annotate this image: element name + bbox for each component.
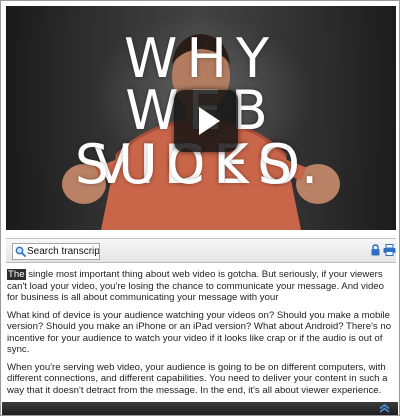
search-bar: Search transcript...: [6, 238, 396, 263]
search-input-value: Search transcript...: [27, 246, 100, 257]
video-title-line: WHY: [124, 27, 278, 90]
transcript-widget: WHY WEB VIDEO SUCKS. Search transcript..…: [0, 0, 400, 416]
transcript-paragraph-text: single most important thing about web vi…: [7, 269, 384, 303]
transcript-text: The single most important thing about we…: [7, 269, 396, 397]
transcript-paragraph: What kind of device is your audience wat…: [7, 309, 392, 356]
play-icon: [199, 107, 220, 135]
print-icon[interactable]: [383, 244, 396, 256]
footer-bar: [2, 402, 398, 415]
search-icon: [15, 246, 26, 257]
lock-icon[interactable]: [371, 244, 380, 256]
play-button[interactable]: [174, 90, 238, 152]
transcript-paragraph: When you're serving web video, your audi…: [7, 361, 388, 398]
transcript-paragraph: The single most important thing about we…: [7, 269, 396, 304]
collapse-icon[interactable]: [379, 404, 390, 413]
video-player[interactable]: WHY WEB VIDEO SUCKS.: [6, 6, 396, 230]
search-input[interactable]: Search transcript...: [12, 243, 100, 260]
highlighted-word[interactable]: The: [7, 269, 26, 280]
